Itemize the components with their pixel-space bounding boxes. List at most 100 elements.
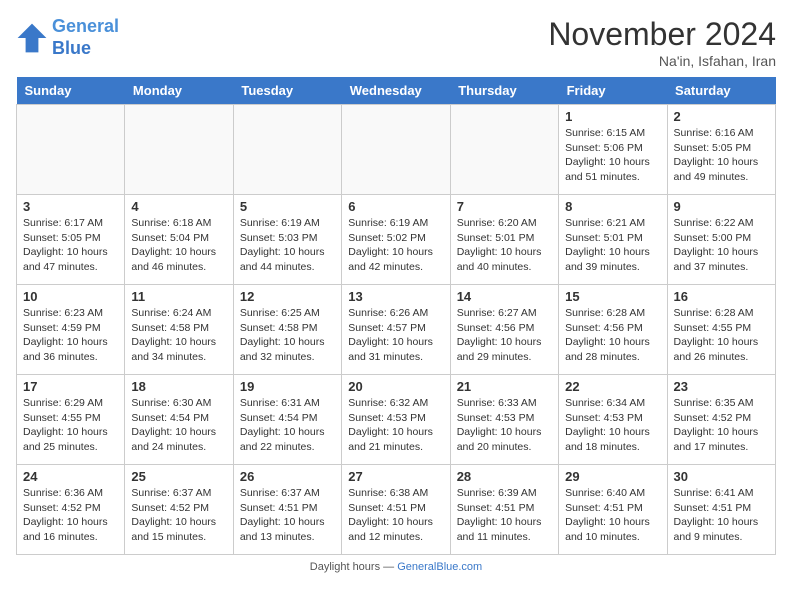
day-number: 17 (23, 379, 118, 394)
calendar-day-cell: 23 Sunrise: 6:35 AM Sunset: 4:52 PM Dayli… (667, 375, 775, 465)
calendar-day-cell: 3Sunrise: 6:17 AM Sunset: 5:05 PM Daylig… (17, 195, 125, 285)
calendar-day-cell: 24 Sunrise: 6:36 AM Sunset: 4:52 PM Dayli… (17, 465, 125, 555)
day-of-week-header: Monday (125, 77, 233, 105)
calendar-day-cell: 20 Sunrise: 6:32 AM Sunset: 4:53 PM Dayli… (342, 375, 450, 465)
day-number: 5 (240, 199, 335, 214)
day-number: 10 (23, 289, 118, 304)
calendar-week-row: 24 Sunrise: 6:36 AM Sunset: 4:52 PM Dayli… (17, 465, 776, 555)
day-info: Sunrise: 6:21 AM Sunset: 5:01 PM Dayligh… (565, 216, 660, 275)
calendar-day-cell (17, 105, 125, 195)
day-of-week-header: Saturday (667, 77, 775, 105)
day-number: 3 (23, 199, 118, 214)
day-number: 24 (23, 469, 118, 484)
day-info: Sunrise: 6:37 AM Sunset: 4:51 PM Dayligh… (240, 486, 335, 545)
calendar-day-cell: 21 Sunrise: 6:33 AM Sunset: 4:53 PM Dayli… (450, 375, 558, 465)
page-header: General Blue November 2024 Na'in, Isfaha… (16, 16, 776, 69)
day-number: 29 (565, 469, 660, 484)
calendar-day-cell: 27 Sunrise: 6:38 AM Sunset: 4:51 PM Dayli… (342, 465, 450, 555)
calendar-day-cell: 18 Sunrise: 6:30 AM Sunset: 4:54 PM Dayli… (125, 375, 233, 465)
day-number: 23 (674, 379, 769, 394)
title-block: November 2024 Na'in, Isfahan, Iran (548, 16, 776, 69)
calendar-day-cell: 16Sunrise: 6:28 AM Sunset: 4:55 PM Dayli… (667, 285, 775, 375)
calendar-day-cell: 8 Sunrise: 6:21 AM Sunset: 5:01 PM Daylig… (559, 195, 667, 285)
calendar-day-cell: 13Sunrise: 6:26 AM Sunset: 4:57 PM Dayli… (342, 285, 450, 375)
calendar-day-cell: 10 Sunrise: 6:23 AM Sunset: 4:59 PM Dayli… (17, 285, 125, 375)
day-info: Sunrise: 6:19 AM Sunset: 5:02 PM Dayligh… (348, 216, 443, 275)
calendar-day-cell: 25 Sunrise: 6:37 AM Sunset: 4:52 PM Dayli… (125, 465, 233, 555)
calendar-day-cell (125, 105, 233, 195)
calendar-day-cell: 9 Sunrise: 6:22 AM Sunset: 5:00 PM Daylig… (667, 195, 775, 285)
day-number: 25 (131, 469, 226, 484)
day-info: Sunrise: 6:37 AM Sunset: 4:52 PM Dayligh… (131, 486, 226, 545)
day-number: 30 (674, 469, 769, 484)
day-info: Sunrise: 6:40 AM Sunset: 4:51 PM Dayligh… (565, 486, 660, 545)
day-info: Sunrise: 6:15 AM Sunset: 5:06 PM Dayligh… (565, 126, 660, 185)
calendar-week-row: 1Sunrise: 6:15 AM Sunset: 5:06 PM Daylig… (17, 105, 776, 195)
footer-text: Daylight hours (310, 561, 380, 573)
calendar-header-row: SundayMondayTuesdayWednesdayThursdayFrid… (17, 77, 776, 105)
calendar-day-cell: 15 Sunrise: 6:28 AM Sunset: 4:56 PM Dayli… (559, 285, 667, 375)
day-number: 26 (240, 469, 335, 484)
day-info: Sunrise: 6:38 AM Sunset: 4:51 PM Dayligh… (348, 486, 443, 545)
day-info: Sunrise: 6:31 AM Sunset: 4:54 PM Dayligh… (240, 396, 335, 455)
day-number: 14 (457, 289, 552, 304)
calendar-day-cell: 17 Sunrise: 6:29 AM Sunset: 4:55 PM Dayli… (17, 375, 125, 465)
day-info: Sunrise: 6:19 AM Sunset: 5:03 PM Dayligh… (240, 216, 335, 275)
day-of-week-header: Thursday (450, 77, 558, 105)
day-info: Sunrise: 6:28 AM Sunset: 4:56 PM Dayligh… (565, 306, 660, 365)
calendar-day-cell: 30 Sunrise: 6:41 AM Sunset: 4:51 PM Dayli… (667, 465, 775, 555)
day-info: Sunrise: 6:39 AM Sunset: 4:51 PM Dayligh… (457, 486, 552, 545)
day-info: Sunrise: 6:25 AM Sunset: 4:58 PM Dayligh… (240, 306, 335, 365)
day-info: Sunrise: 6:34 AM Sunset: 4:53 PM Dayligh… (565, 396, 660, 455)
calendar-day-cell: 1Sunrise: 6:15 AM Sunset: 5:06 PM Daylig… (559, 105, 667, 195)
day-info: Sunrise: 6:24 AM Sunset: 4:58 PM Dayligh… (131, 306, 226, 365)
day-info: Sunrise: 6:23 AM Sunset: 4:59 PM Dayligh… (23, 306, 118, 365)
footer: Daylight hours — GeneralBlue.com (16, 561, 776, 573)
month-title: November 2024 (548, 16, 776, 53)
calendar-day-cell: 14Sunrise: 6:27 AM Sunset: 4:56 PM Dayli… (450, 285, 558, 375)
calendar-day-cell: 22Sunrise: 6:34 AM Sunset: 4:53 PM Dayli… (559, 375, 667, 465)
calendar-table: SundayMondayTuesdayWednesdayThursdayFrid… (16, 77, 776, 555)
day-number: 9 (674, 199, 769, 214)
day-number: 15 (565, 289, 660, 304)
calendar-week-row: 3Sunrise: 6:17 AM Sunset: 5:05 PM Daylig… (17, 195, 776, 285)
day-info: Sunrise: 6:30 AM Sunset: 4:54 PM Dayligh… (131, 396, 226, 455)
day-info: Sunrise: 6:33 AM Sunset: 4:53 PM Dayligh… (457, 396, 552, 455)
day-number: 4 (131, 199, 226, 214)
day-number: 7 (457, 199, 552, 214)
day-number: 21 (457, 379, 552, 394)
day-info: Sunrise: 6:41 AM Sunset: 4:51 PM Dayligh… (674, 486, 769, 545)
calendar-day-cell: 5 Sunrise: 6:19 AM Sunset: 5:03 PM Daylig… (233, 195, 341, 285)
calendar-week-row: 17 Sunrise: 6:29 AM Sunset: 4:55 PM Dayli… (17, 375, 776, 465)
day-info: Sunrise: 6:22 AM Sunset: 5:00 PM Dayligh… (674, 216, 769, 275)
day-info: Sunrise: 6:32 AM Sunset: 4:53 PM Dayligh… (348, 396, 443, 455)
calendar-day-cell: 4 Sunrise: 6:18 AM Sunset: 5:04 PM Daylig… (125, 195, 233, 285)
day-number: 27 (348, 469, 443, 484)
day-info: Sunrise: 6:29 AM Sunset: 4:55 PM Dayligh… (23, 396, 118, 455)
location: Na'in, Isfahan, Iran (548, 53, 776, 69)
day-number: 18 (131, 379, 226, 394)
calendar-day-cell: 7 Sunrise: 6:20 AM Sunset: 5:01 PM Daylig… (450, 195, 558, 285)
calendar-day-cell: 2Sunrise: 6:16 AM Sunset: 5:05 PM Daylig… (667, 105, 775, 195)
calendar-week-row: 10 Sunrise: 6:23 AM Sunset: 4:59 PM Dayli… (17, 285, 776, 375)
day-info: Sunrise: 6:36 AM Sunset: 4:52 PM Dayligh… (23, 486, 118, 545)
day-number: 6 (348, 199, 443, 214)
calendar-day-cell (450, 105, 558, 195)
day-number: 20 (348, 379, 443, 394)
day-of-week-header: Wednesday (342, 77, 450, 105)
calendar-day-cell: 19Sunrise: 6:31 AM Sunset: 4:54 PM Dayli… (233, 375, 341, 465)
calendar-day-cell: 26 Sunrise: 6:37 AM Sunset: 4:51 PM Dayli… (233, 465, 341, 555)
day-info: Sunrise: 6:28 AM Sunset: 4:55 PM Dayligh… (674, 306, 769, 365)
day-number: 8 (565, 199, 660, 214)
calendar-day-cell: 12Sunrise: 6:25 AM Sunset: 4:58 PM Dayli… (233, 285, 341, 375)
day-number: 13 (348, 289, 443, 304)
footer-link[interactable]: GeneralBlue.com (397, 561, 482, 573)
day-info: Sunrise: 6:35 AM Sunset: 4:52 PM Dayligh… (674, 396, 769, 455)
day-number: 11 (131, 289, 226, 304)
day-info: Sunrise: 6:20 AM Sunset: 5:01 PM Dayligh… (457, 216, 552, 275)
day-of-week-header: Sunday (17, 77, 125, 105)
day-info: Sunrise: 6:16 AM Sunset: 5:05 PM Dayligh… (674, 126, 769, 185)
calendar-day-cell: 28Sunrise: 6:39 AM Sunset: 4:51 PM Dayli… (450, 465, 558, 555)
day-info: Sunrise: 6:18 AM Sunset: 5:04 PM Dayligh… (131, 216, 226, 275)
day-of-week-header: Tuesday (233, 77, 341, 105)
